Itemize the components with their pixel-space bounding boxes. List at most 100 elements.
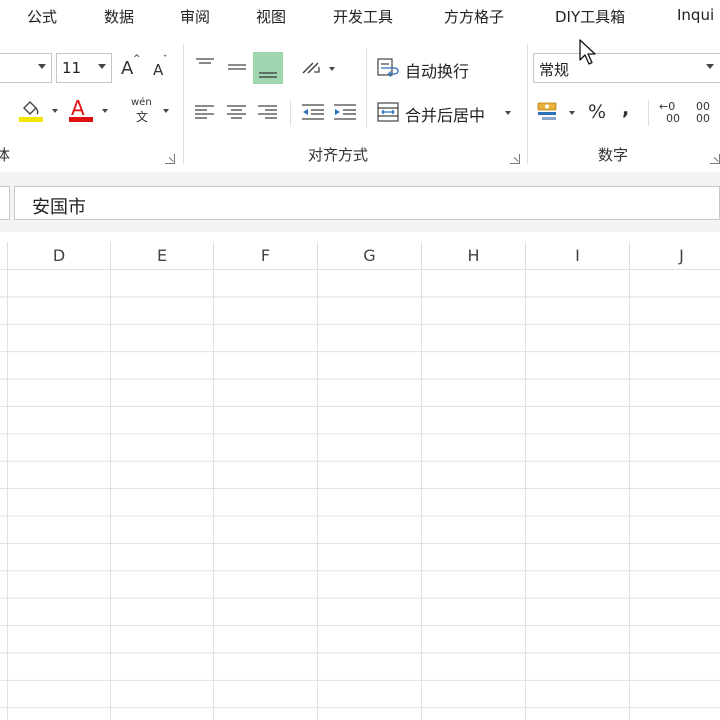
column-header-h[interactable]: H (422, 242, 526, 269)
phonetic-top-label: wén (131, 97, 152, 108)
orientation-button[interactable] (298, 52, 338, 84)
wrap-text-label: 自动换行 (405, 62, 470, 81)
number-group-label: 数字 (598, 146, 629, 164)
column-header-row: D E F G H I J (0, 242, 720, 270)
column-gridline (525, 269, 526, 720)
increase-indent-button[interactable] (330, 97, 360, 127)
menu-review[interactable]: 审阅 (180, 6, 210, 27)
column-gridline (7, 269, 8, 720)
merge-cells-icon (377, 102, 399, 122)
column-header-partial[interactable] (0, 242, 8, 269)
caret-up-icon: ^ (133, 54, 141, 64)
align-middle-icon (228, 64, 246, 70)
comma-style-button[interactable]: , (616, 97, 636, 127)
menu-data[interactable]: 数据 (104, 6, 134, 27)
decrease-decimal-bottom: 00 (696, 112, 710, 125)
align-left-button[interactable] (190, 97, 220, 127)
number-dialog-launcher-icon[interactable] (710, 154, 720, 164)
align-center-button[interactable] (222, 97, 252, 127)
increase-indent-icon (334, 104, 356, 120)
number-format-combo[interactable]: 常规 (533, 53, 720, 83)
wrap-text-icon (377, 58, 399, 77)
column-gridline (317, 269, 318, 720)
font-group-label: 体 (0, 146, 11, 164)
increase-decimal-button[interactable]: ←0 00 (656, 97, 690, 127)
formula-value: 安国市 (32, 197, 86, 218)
column-header-g[interactable]: G (318, 242, 422, 269)
ribbon: 11 A ^ A ˇ A wén 文 体 自动换行 合并后居中 对齐方式 常规 … (0, 34, 720, 173)
menu-fangfang-gezi[interactable]: 方方格子 (444, 6, 504, 27)
currency-icon (537, 102, 557, 120)
menu-inquire[interactable]: Inqui (677, 6, 714, 24)
merge-center-label: 合并后居中 (405, 106, 486, 125)
column-header-f[interactable]: F (214, 242, 318, 269)
decrease-indent-icon (302, 104, 324, 120)
phonetic-guide-button[interactable]: wén 文 (130, 97, 174, 127)
chevron-down-icon (102, 109, 108, 113)
align-top-icon (196, 58, 214, 64)
grow-font-button[interactable]: A ^ (118, 54, 142, 82)
merge-center-button[interactable]: 合并后居中 (374, 97, 520, 127)
wrap-text-button[interactable]: 自动换行 (374, 53, 484, 83)
font-size-combo[interactable]: 11 (56, 53, 112, 83)
formula-bar-area: 安国市 (0, 172, 720, 232)
font-color-button[interactable]: A (66, 96, 112, 127)
mouse-pointer-icon (579, 39, 596, 65)
divider (648, 100, 649, 126)
font-size-value: 11 (62, 59, 82, 77)
paint-bucket-icon (23, 101, 39, 115)
align-bottom-button[interactable] (253, 52, 283, 84)
accounting-format-button[interactable] (534, 97, 580, 127)
divider (366, 48, 367, 128)
column-header-j[interactable]: J (630, 242, 720, 269)
decrease-indent-button[interactable] (298, 97, 328, 127)
align-middle-button[interactable] (222, 52, 252, 84)
comma-label: , (622, 98, 630, 120)
font-name-combo[interactable] (0, 53, 52, 83)
group-divider (183, 44, 184, 164)
column-gridline (629, 269, 630, 720)
shrink-font-label: A (153, 61, 164, 79)
column-gridline (110, 269, 111, 720)
caret-down-icon: ˇ (163, 55, 168, 65)
group-divider (527, 44, 528, 164)
menu-diy-toolbox[interactable]: DIY工具箱 (555, 6, 625, 27)
menu-developer[interactable]: 开发工具 (333, 6, 393, 27)
formula-input[interactable]: 安国市 (14, 186, 720, 220)
phonetic-bottom-label: 文 (136, 110, 149, 124)
name-box[interactable] (0, 186, 10, 220)
column-header-i[interactable]: I (526, 242, 630, 269)
text-orientation-icon (302, 62, 320, 74)
align-right-button[interactable] (253, 97, 283, 127)
decrease-decimal-button[interactable]: 00 00 (694, 97, 720, 127)
align-left-icon (195, 105, 214, 119)
chevron-down-icon (38, 64, 46, 69)
highlight-color-swatch (19, 117, 43, 122)
shrink-font-button[interactable]: A ˇ (150, 54, 174, 82)
chevron-down-icon (569, 111, 575, 115)
column-header-e[interactable]: E (111, 242, 214, 269)
number-format-value: 常规 (539, 61, 570, 79)
chevron-down-icon (52, 109, 58, 113)
percent-label: % (588, 101, 607, 123)
align-bottom-icon (259, 72, 277, 78)
font-dialog-launcher-icon[interactable] (165, 154, 175, 164)
fill-color-button[interactable] (16, 97, 62, 127)
percent-style-button[interactable]: % (585, 97, 611, 127)
alignment-dialog-launcher-icon[interactable] (510, 154, 520, 164)
column-gridline (213, 269, 214, 720)
cell-grid[interactable] (0, 269, 720, 720)
increase-decimal-bottom: 00 (666, 112, 680, 125)
grow-font-label: A (121, 58, 134, 79)
menu-bar: 公式 数据 审阅 视图 开发工具 方方格子 DIY工具箱 Inqui (0, 0, 720, 34)
divider (290, 100, 291, 126)
column-gridline (421, 269, 422, 720)
chevron-down-icon (329, 67, 335, 71)
align-top-button[interactable] (190, 52, 220, 84)
chevron-down-icon (98, 64, 106, 69)
chevron-down-icon (706, 64, 714, 69)
column-header-d[interactable]: D (8, 242, 111, 269)
chevron-down-icon (163, 109, 169, 113)
menu-view[interactable]: 视图 (256, 6, 286, 27)
menu-formulas[interactable]: 公式 (27, 6, 57, 27)
